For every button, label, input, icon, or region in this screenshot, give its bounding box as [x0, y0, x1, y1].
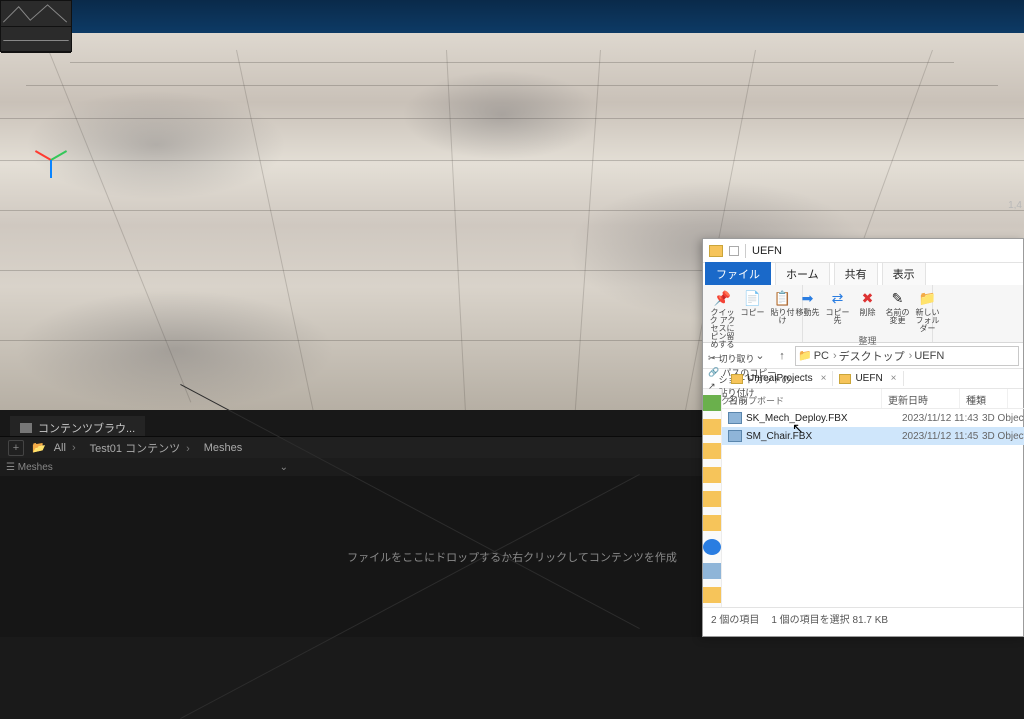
address-bar[interactable]: 📁 PC デスクトップ UEFN: [795, 346, 1019, 366]
mouse-cursor: ↖: [792, 420, 804, 437]
file-list[interactable]: 名前 更新日時 種類 SK_Mech_Deploy.FBX 2023/11/12…: [722, 389, 1024, 607]
explorer-titlebar[interactable]: UEFN: [703, 239, 1023, 263]
folder-icon[interactable]: [703, 587, 721, 603]
folder-icon: 📁: [798, 349, 812, 362]
file-icon: [728, 412, 742, 424]
status-selected: 1 個の項目を選択 81.7 KB: [771, 611, 888, 626]
viewport-stats: 1,4: [1006, 200, 1022, 211]
col-name[interactable]: 名前: [722, 389, 882, 408]
breadcrumb-all[interactable]: All: [54, 442, 82, 454]
copyto-icon: ⇄: [828, 288, 848, 308]
tab-home[interactable]: ホーム: [775, 262, 830, 285]
file-icon: [728, 430, 742, 442]
ribbon-tabs: ファイル ホーム 共有 表示: [703, 263, 1023, 285]
rename-button[interactable]: ✎ 名前の変更: [884, 288, 912, 333]
quick-access-icon[interactable]: [703, 395, 721, 411]
col-type[interactable]: 種類: [960, 389, 1008, 408]
drop-hint-text: ファイルをここにドロップするか右クリックしてコンテンツを作成: [347, 549, 677, 565]
nav-fwd-button[interactable]: →: [729, 347, 747, 365]
file-row[interactable]: SK_Mech_Deploy.FBX 2023/11/12 11:43 3D O…: [722, 409, 1024, 427]
addr-seg-pc[interactable]: PC: [814, 350, 837, 362]
folder-icon: [709, 245, 723, 257]
folder-icon[interactable]: [703, 491, 721, 507]
status-bar: 2 個の項目 1 個の項目を選択 81.7 KB: [703, 607, 1023, 629]
pin-button[interactable]: 📌 クイック アクセスにピン留めする: [709, 288, 737, 349]
onedrive-icon[interactable]: [703, 539, 721, 555]
close-icon[interactable]: ×: [821, 373, 827, 384]
nav-up-button[interactable]: ↑: [773, 347, 791, 365]
copy-button[interactable]: 📄 コピー: [739, 288, 767, 349]
newfolder-icon: 📁: [918, 288, 938, 308]
breadcrumb-meshes[interactable]: Meshes: [204, 442, 255, 454]
addr-seg-uefn[interactable]: UEFN: [914, 350, 948, 362]
file-row[interactable]: SM_Chair.FBX 2023/11/12 11:45 3D Object: [722, 427, 1024, 445]
path-icon: 🔗: [708, 367, 719, 378]
pin-icon: 📌: [713, 288, 733, 308]
close-icon[interactable]: ×: [891, 373, 897, 384]
col-date[interactable]: 更新日時: [882, 389, 960, 408]
folder-icon[interactable]: [703, 467, 721, 483]
folder-tab[interactable]: UnrealProjects ×: [725, 371, 833, 386]
explorer-window[interactable]: UEFN ファイル ホーム 共有 表示 📌 クイック アクセスにピン留めする 📄…: [702, 238, 1024, 637]
folder-tab[interactable]: UEFN ×: [833, 371, 903, 386]
ribbon: 📌 クイック アクセスにピン留めする 📄 コピー 📋 貼り付け ✂切り取り 🔗パ…: [703, 285, 1023, 343]
delete-button[interactable]: ✖ 削除: [854, 288, 882, 333]
folder-open-icon[interactable]: 📂: [32, 441, 46, 454]
newfolder-button[interactable]: 📁 新しいフォルダー: [914, 288, 942, 333]
folder-icon: [20, 423, 32, 433]
explorer-body: 名前 更新日時 種類 SK_Mech_Deploy.FBX 2023/11/12…: [703, 389, 1023, 607]
move-button[interactable]: ➡ 移動先: [794, 288, 822, 333]
curve-panel: [0, 0, 72, 52]
tab-view[interactable]: 表示: [882, 262, 926, 285]
chevron-down-icon[interactable]: ⌄: [280, 462, 288, 473]
status-count: 2 個の項目: [711, 611, 759, 626]
folder-icon[interactable]: [703, 419, 721, 435]
folder-icon: [839, 374, 851, 384]
copyto-button[interactable]: ⇄ コピー先: [824, 288, 852, 333]
axis-gizmo: [30, 140, 70, 180]
folder-icon[interactable]: [703, 443, 721, 459]
breadcrumb-project[interactable]: Test01 コンテンツ: [90, 440, 196, 456]
tab-file[interactable]: ファイル: [705, 262, 771, 285]
nav-pane[interactable]: [703, 389, 722, 607]
window-icon: [729, 246, 739, 256]
move-icon: ➡: [798, 288, 818, 308]
subbar-label: ☰ Meshes: [6, 462, 53, 473]
copy-icon: 📄: [743, 288, 763, 308]
delete-icon: ✖: [858, 288, 878, 308]
paste-icon: 📋: [773, 288, 793, 308]
tab-share[interactable]: 共有: [834, 262, 878, 285]
pc-icon[interactable]: [703, 563, 721, 579]
folder-icon: [731, 374, 743, 384]
window-title: UEFN: [752, 245, 782, 257]
column-headers[interactable]: 名前 更新日時 種類: [722, 389, 1024, 409]
folder-icon[interactable]: [703, 515, 721, 531]
nav-recent-button[interactable]: ⌄: [751, 347, 769, 365]
content-browser-tab-label: コンテンツブラウ...: [38, 420, 135, 436]
add-button[interactable]: +: [8, 440, 24, 456]
addr-seg-desktop[interactable]: デスクトップ: [839, 348, 913, 364]
rename-icon: ✎: [888, 288, 908, 308]
nav-back-button[interactable]: ←: [707, 347, 725, 365]
